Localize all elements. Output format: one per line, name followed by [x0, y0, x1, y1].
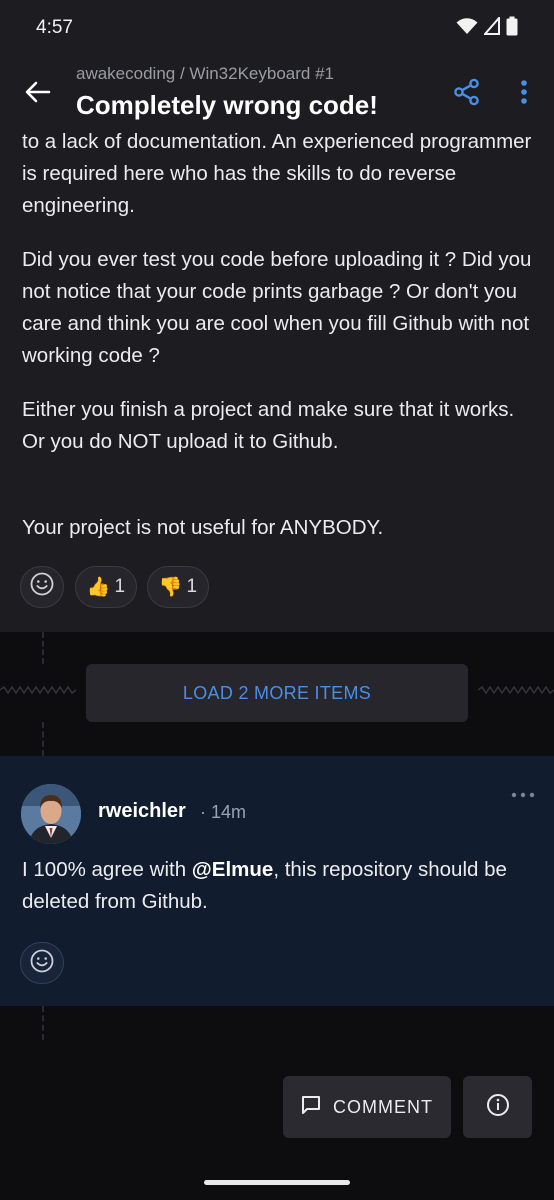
more-vert-icon: [520, 79, 528, 109]
repo-breadcrumb[interactable]: awakecoding / Win32Keyboard #1: [76, 64, 334, 84]
thumbs-up-reaction[interactable]: 👍 1: [75, 566, 137, 608]
thumbs-up-icon: 👍: [86, 576, 111, 598]
comment-options-button[interactable]: [508, 784, 538, 804]
wifi-icon: [456, 17, 478, 40]
battery-icon: [506, 16, 518, 41]
comment-body: I 100% agree with @Elmue, this repositor…: [22, 854, 538, 918]
share-icon: [453, 78, 481, 111]
info-icon: [486, 1093, 510, 1122]
share-button[interactable]: [448, 76, 486, 112]
timeline-connector: [42, 722, 44, 756]
add-reaction-button[interactable]: [20, 942, 64, 984]
smiley-icon: [30, 572, 54, 602]
more-horiz-icon: [511, 785, 535, 803]
comment-paragraph-group: Either you finish a project and make sur…: [22, 394, 538, 458]
user-mention-link[interactable]: @Elmue: [192, 858, 274, 881]
load-more-button[interactable]: LOAD 2 MORE ITEMS: [86, 664, 468, 722]
status-time: 4:57: [36, 17, 73, 38]
comment-paragraph: Or you do NOT upload it to Github.: [22, 430, 339, 453]
smiley-icon: [30, 949, 54, 978]
home-indicator[interactable]: [204, 1180, 350, 1185]
thumbs-up-count: 1: [114, 576, 126, 597]
issue-title: Completely wrong code!: [76, 90, 378, 120]
thumbs-down-icon: 👎: [158, 576, 183, 598]
app-bar: awakecoding / Win32Keyboard #1 Completel…: [0, 56, 554, 132]
status-icons: [456, 14, 518, 41]
thumbs-down-count: 1: [186, 576, 198, 597]
comment-author[interactable]: rweichler: [98, 800, 186, 823]
comment-icon: [301, 1095, 321, 1120]
comment-paragraph: to a lack of documentation. An experienc…: [22, 132, 532, 217]
avatar[interactable]: [21, 784, 81, 844]
overflow-menu-button[interactable]: [510, 76, 538, 112]
comment-card-highlighted: rweichler · 14m I 100% agree with @Elmue…: [0, 756, 554, 1006]
back-arrow-icon: [25, 81, 51, 108]
signal-icon: [482, 14, 500, 40]
timeline-connector: [42, 632, 44, 664]
zigzag-divider-right: [478, 685, 554, 695]
status-bar: 4:57: [0, 0, 554, 56]
comment-button[interactable]: COMMENT: [283, 1076, 451, 1138]
add-reaction-button[interactable]: [20, 566, 64, 608]
comment-paragraph: Either you finish a project and make sur…: [22, 398, 515, 421]
info-button[interactable]: [463, 1076, 532, 1138]
comment-paragraph: Did you ever test you code before upload…: [22, 248, 532, 367]
comment-text-before: I 100% agree with: [22, 858, 192, 881]
comment-paragraph: Your project is not useful for ANYBODY.: [22, 516, 384, 539]
comment-timestamp: · 14m: [200, 802, 247, 822]
comment-card: to a lack of documentation. An experienc…: [0, 132, 554, 632]
zigzag-divider-left: [0, 685, 76, 695]
comment-button-label: COMMENT: [333, 1096, 433, 1117]
back-button[interactable]: [20, 76, 56, 112]
thumbs-down-reaction[interactable]: 👎 1: [147, 566, 209, 608]
timeline-connector: [42, 1006, 44, 1040]
